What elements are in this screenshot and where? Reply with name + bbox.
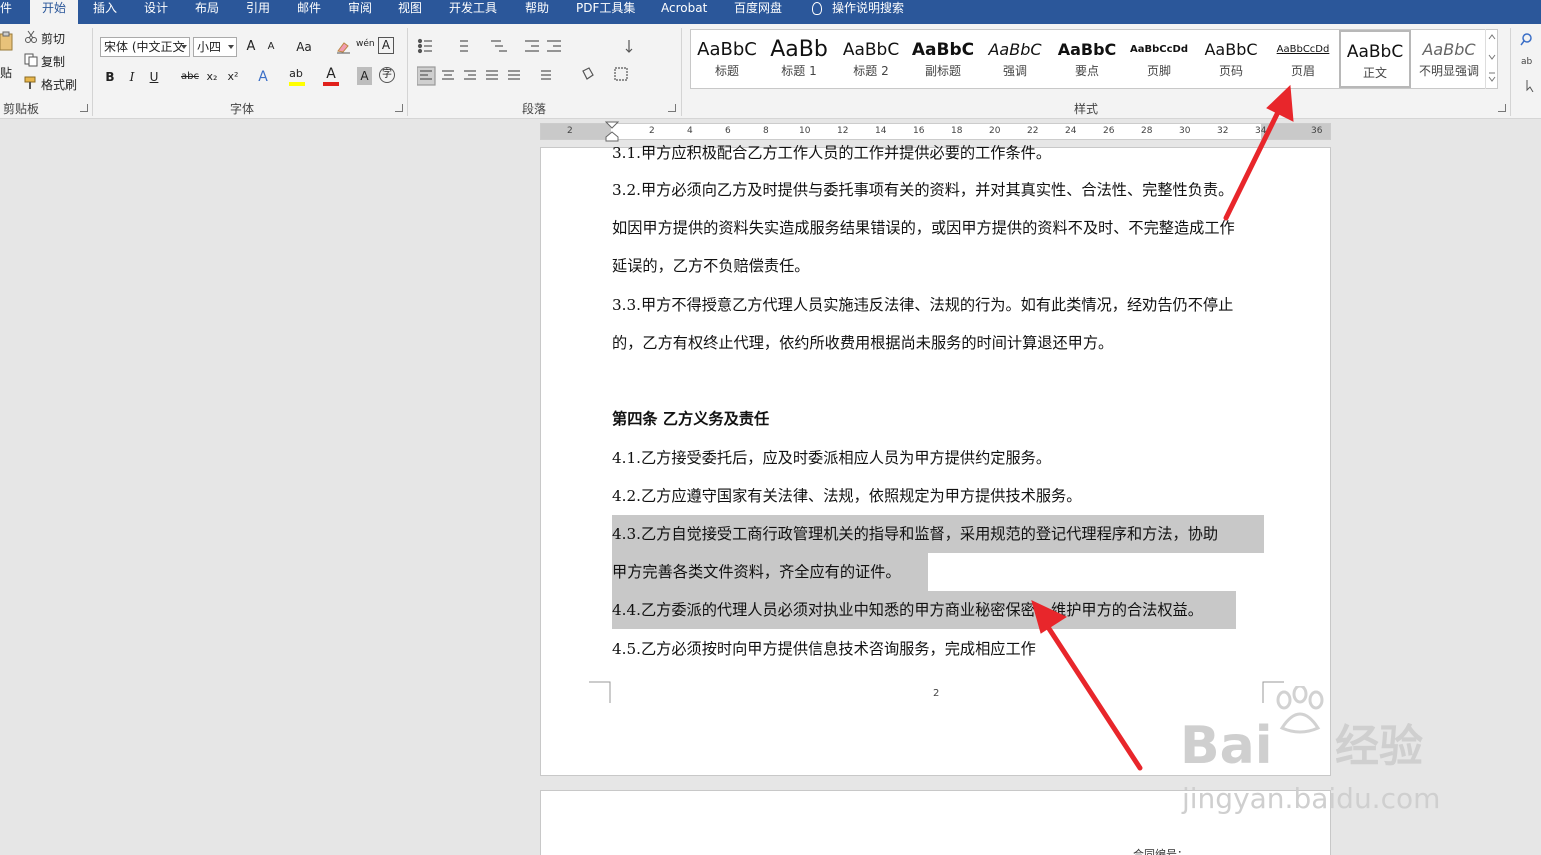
arrow-to-header-style [1223, 105, 1283, 221]
watermark-brand: Bai [1180, 716, 1273, 776]
paw-logo-icon [1276, 686, 1324, 734]
watermark-brand-cn: 经验 [1335, 721, 1423, 772]
watermark-url: jingyan.baidu.com [1182, 782, 1441, 815]
arrow-to-selection [1043, 621, 1143, 771]
